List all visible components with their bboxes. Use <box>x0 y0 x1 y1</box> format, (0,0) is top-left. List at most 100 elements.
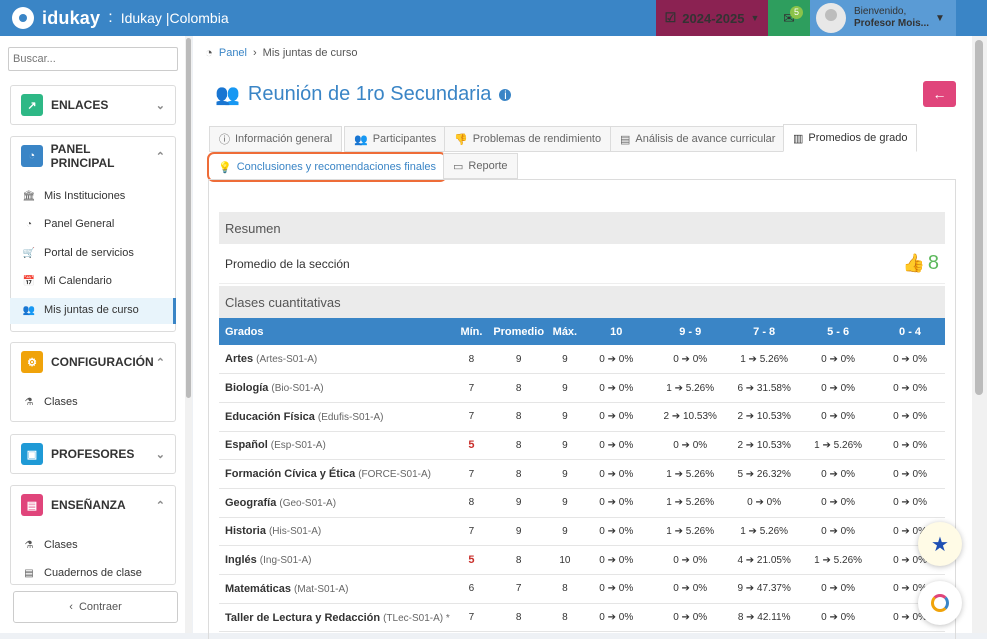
subject-cell: Artes (Artes-S01-A) <box>219 345 457 375</box>
bucket-cell: 1 ➔ 5.26% <box>801 545 876 575</box>
subject-name: Formación Cívica y Ética <box>225 468 356 481</box>
sidebar-item-label: Portal de servicios <box>44 247 134 259</box>
col-header: Grados <box>219 318 457 345</box>
tab-problemas-rendimiento[interactable]: 👎 Problemas de rendimiento <box>444 126 612 152</box>
tab-analisis-avance[interactable]: ▤ Análisis de avance curricular <box>610 126 786 152</box>
sidebar-scroll-thumb[interactable] <box>186 38 191 398</box>
user-name: Profesor Mois... <box>854 18 930 29</box>
bucket-cell: 0 ➔ 0% <box>801 603 876 633</box>
bucket-cell: 1 ➔ 5.26% <box>653 373 728 403</box>
table-header-row: Grados Mín. Promedio Máx. 10 9 - 9 7 - 8… <box>219 318 945 345</box>
bucket-cell: 2 ➔ 10.53% <box>653 402 728 432</box>
section-enlaces[interactable]: ↗ ENLACES ⌄ <box>10 85 176 125</box>
tab-participantes[interactable]: 👥 Participantes <box>344 126 447 152</box>
sidebar-item-mi-calendario[interactable]: 📅 Mi Calendario <box>22 275 112 287</box>
tab-informacion-general[interactable]: ⓘ Información general <box>209 126 343 152</box>
subject-code: (Bio-S01-A) <box>271 383 324 395</box>
calendar-check-icon: ☑ <box>664 10 677 25</box>
table-row: Biología (Bio-S01-A) 7 8 9 0 ➔ 0% 1 ➔ 5.26% 6 ➔… <box>219 373 945 403</box>
main-scroll-thumb[interactable] <box>975 40 983 395</box>
tab-reporte[interactable]: ▭ Reporte <box>443 153 518 179</box>
institution-icon: 🏛 <box>22 190 36 202</box>
back-button[interactable]: ← <box>923 81 956 107</box>
school-year-selector[interactable]: ☑ 2024-2025 ▼ <box>656 0 768 36</box>
info-icon[interactable]: i <box>499 88 512 102</box>
bucket-cell: 0 ➔ 0% <box>653 345 728 375</box>
tab-promedios-grado[interactable]: ▥ Promedios de grado <box>783 124 918 152</box>
sidebar-search-input[interactable] <box>8 47 178 71</box>
messages-count-badge: 5 <box>790 6 804 19</box>
subject-code: (FORCE-S01-A) <box>358 469 432 481</box>
min-cell: 6 <box>456 574 487 604</box>
bucket-cell: 0 ➔ 0% <box>875 431 945 461</box>
sidebar-item-mis-juntas[interactable]: 👥 Mis juntas de curso <box>22 304 139 316</box>
col-header: 10 <box>579 318 654 345</box>
messages-button[interactable]: ✉ 5 <box>768 0 810 36</box>
dashboard-icon: ◔ <box>21 145 43 167</box>
min-cell: 8 <box>456 345 487 375</box>
section-profesores[interactable]: ▣ PROFESORES ⌄ <box>10 434 176 474</box>
section-header[interactable]: ◔ PANEL PRINCIPAL ⌃ <box>11 137 175 175</box>
user-menu[interactable]: Bienvenido, Profesor Mois... ▼ <box>810 0 956 36</box>
bucket-cell: 0 ➔ 0% <box>579 517 654 547</box>
bucket-cell: 0 ➔ 0% <box>579 373 654 403</box>
avatar <box>816 3 846 33</box>
max-cell: 10 <box>550 545 580 575</box>
cart-icon: 🛒 <box>22 247 36 259</box>
avg-cell: 9 <box>486 488 551 518</box>
subject-name: Taller de Lectura y Redacción <box>225 611 381 624</box>
section-header[interactable]: ▤ ENSEÑANZA ⌃ <box>11 486 175 524</box>
assistant-button[interactable] <box>918 581 962 625</box>
sidebar-item-clases[interactable]: ⚗ Clases <box>22 539 78 551</box>
subject-name: Biología <box>225 382 269 395</box>
sidebar-item-clases-config[interactable]: ⚗ Clases <box>22 396 78 408</box>
bucket-cell: 0 ➔ 0% <box>579 431 654 461</box>
avg-cell: 8 <box>486 402 551 432</box>
sidebar-item-portal-servicios[interactable]: 🛒 Portal de servicios <box>22 247 134 259</box>
avg-cell: 7 <box>486 574 551 604</box>
collapse-sidebar-button[interactable]: ‹ Contraer <box>13 591 178 623</box>
bucket-cell: 0 ➔ 0% <box>653 603 728 633</box>
sidebar-item-cuadernos[interactable]: ▤ Cuadernos de clase <box>22 567 142 579</box>
tab-label: Problemas de rendimiento <box>472 133 602 145</box>
breadcrumb: ◔ Panel › Mis juntas de curso <box>205 45 357 60</box>
notebook-icon: ▤ <box>24 567 34 579</box>
tab-label: Participantes <box>372 133 437 145</box>
table-row: Formación Cívica y Ética (FORCE-S01-A) 7 8 9… <box>219 459 945 489</box>
subject-name: Matemáticas <box>225 582 292 595</box>
subject-code: (Artes-S01-A) <box>256 354 318 366</box>
subject-code: (Ing-S01-A) <box>259 555 312 567</box>
users-icon: 👥 <box>215 84 240 106</box>
col-header: 0 - 4 <box>875 318 945 345</box>
users-icon: 👥 <box>22 304 36 316</box>
subject-code: (TLec-S01-A) * <box>383 612 450 624</box>
assistant-logo-icon <box>931 594 949 612</box>
sidebar-item-panel-general[interactable]: ◔ Panel General <box>22 218 114 230</box>
grades-table: Grados Mín. Promedio Máx. 10 9 - 9 7 - 8… <box>219 318 945 633</box>
bucket-cell: 0 ➔ 0% <box>801 574 876 604</box>
brand[interactable]: idukay : Idukay |Colombia <box>0 0 229 36</box>
col-header: 5 - 6 <box>801 318 876 345</box>
sidebar-item-mis-instituciones[interactable]: 🏛 Mis Instituciones <box>22 190 126 202</box>
bucket-cell: 0 ➔ 0% <box>801 402 876 432</box>
table-row: Matemáticas (Mat-S01-A) 6 7 8 0 ➔ 0% 0 ➔ 0% 9 ➔… <box>219 574 945 604</box>
sidebar: ↗ ENLACES ⌄ ◔ PANEL PRINCIPAL ⌃ 🏛 Mis Ins… <box>0 36 192 633</box>
favorites-button[interactable]: ★ <box>918 522 962 566</box>
chevron-up-icon: ⌃ <box>155 356 165 369</box>
max-cell: 9 <box>550 431 580 461</box>
subject-name: Geografía <box>225 496 277 509</box>
subject-cell: Biología (Bio-S01-A) <box>219 373 457 403</box>
section-header[interactable]: ⚙ CONFIGURACIÓN ⌃ <box>11 343 175 381</box>
avg-cell: 8 <box>486 603 551 633</box>
bucket-cell: 5 ➔ 26.32% <box>727 459 802 489</box>
tab-conclusiones[interactable]: 💡 Conclusiones y recomendaciones finales <box>207 152 448 182</box>
bucket-cell: 0 ➔ 0% <box>801 345 876 375</box>
breadcrumb-home-link[interactable]: Panel <box>219 47 247 59</box>
dashboard-icon: ◔ <box>205 45 213 60</box>
star-icon: ★ <box>931 533 949 556</box>
avg-cell: 8 <box>486 459 551 489</box>
max-cell: 9 <box>550 373 580 403</box>
subject-name: Español <box>225 439 268 452</box>
bucket-cell: 4 ➔ 21.05% <box>727 545 802 575</box>
book-icon: ▤ <box>620 133 631 146</box>
